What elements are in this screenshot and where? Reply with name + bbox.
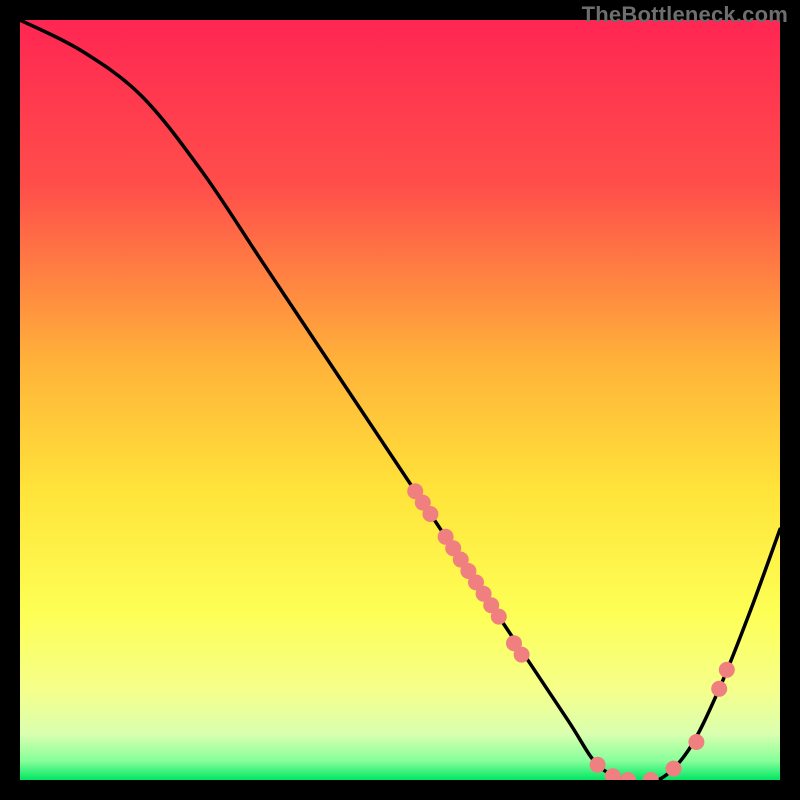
gradient-bg (20, 20, 780, 780)
data-marker (711, 681, 727, 697)
plot-area (20, 20, 780, 780)
data-marker (590, 757, 606, 773)
data-marker (514, 647, 530, 663)
data-marker (666, 761, 682, 777)
data-marker (491, 609, 507, 625)
watermark-text: TheBottleneck.com (582, 2, 788, 28)
data-marker (688, 734, 704, 750)
data-marker (422, 506, 438, 522)
chart-svg (20, 20, 780, 780)
data-marker (719, 662, 735, 678)
chart-stage: TheBottleneck.com (0, 0, 800, 800)
